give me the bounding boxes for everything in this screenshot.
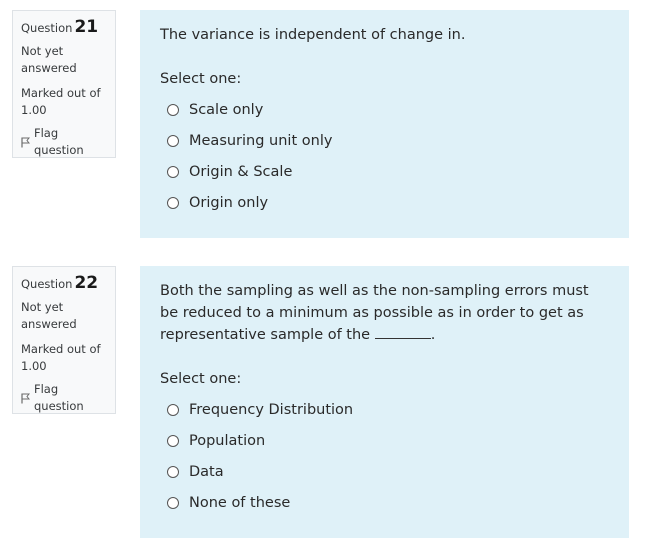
question-number: Question 22	[21, 275, 107, 293]
question-grade: Marked out of 1.00	[21, 342, 101, 373]
answer-option[interactable]: Scale only	[167, 94, 609, 125]
select-one-prompt: Select one:	[160, 71, 242, 87]
answer-option[interactable]: Data	[167, 456, 609, 487]
question-content: Both the sampling as well as the non-sam…	[140, 266, 629, 538]
question-grade: Marked out of 1.00	[21, 86, 101, 117]
answer-label: Data	[189, 463, 224, 480]
flag-icon	[21, 137, 30, 148]
flag-question-label: Flag question	[34, 126, 84, 157]
question-label: Question	[21, 277, 73, 291]
answer-label: Frequency Distribution	[189, 401, 354, 418]
question-content: The variance is independent of change in…	[140, 10, 629, 238]
flag-question-link[interactable]: Flag question	[21, 125, 107, 159]
question-state: Not yet answered	[21, 44, 77, 75]
question-label: Question	[21, 21, 73, 35]
answer-option[interactable]: Frequency Distribution	[167, 394, 609, 425]
flag-question-link[interactable]: Flag question	[21, 381, 107, 415]
question-number: Question 21	[21, 19, 107, 37]
quiz-page: Question 21 Not yet answered Marked out o…	[0, 0, 651, 549]
radio-button[interactable]	[167, 165, 179, 178]
answer-label: Population	[189, 432, 266, 449]
answer-option[interactable]: Origin only	[167, 187, 609, 218]
answer-label: Scale only	[189, 101, 264, 118]
radio-button[interactable]	[167, 403, 179, 416]
question-text: The variance is independent of change in…	[160, 27, 466, 43]
radio-button[interactable]	[167, 196, 179, 209]
question-22: Question 22 Not yet answered Marked out o…	[0, 256, 651, 546]
radio-button[interactable]	[167, 465, 179, 478]
answer-option[interactable]: Origin & Scale	[167, 156, 609, 187]
question-text: Both the sampling as well as the non-sam…	[160, 283, 589, 343]
select-one-prompt: Select one:	[160, 371, 242, 387]
flag-icon	[21, 393, 30, 404]
answer-label: Origin only	[189, 194, 269, 211]
answer-option[interactable]: Measuring unit only	[167, 125, 609, 156]
question-number-value: 22	[74, 273, 99, 293]
question-info-panel: Question 21 Not yet answered Marked out o…	[12, 10, 116, 158]
question-state: Not yet answered	[21, 300, 77, 331]
radio-button[interactable]	[167, 134, 179, 147]
answer-label: None of these	[189, 494, 291, 511]
flag-question-label: Flag question	[34, 382, 84, 413]
radio-button[interactable]	[167, 496, 179, 509]
answer-option[interactable]: None of these	[167, 487, 609, 518]
radio-button[interactable]	[167, 434, 179, 447]
question-number-value: 21	[74, 17, 99, 37]
radio-button[interactable]	[167, 103, 179, 116]
answer-label: Origin & Scale	[189, 163, 293, 180]
question-info-panel: Question 22 Not yet answered Marked out o…	[12, 266, 116, 414]
answer-label: Measuring unit only	[189, 132, 333, 149]
fill-in-blank	[374, 326, 431, 339]
answer-option[interactable]: Population	[167, 425, 609, 456]
question-21: Question 21 Not yet answered Marked out o…	[0, 0, 651, 245]
